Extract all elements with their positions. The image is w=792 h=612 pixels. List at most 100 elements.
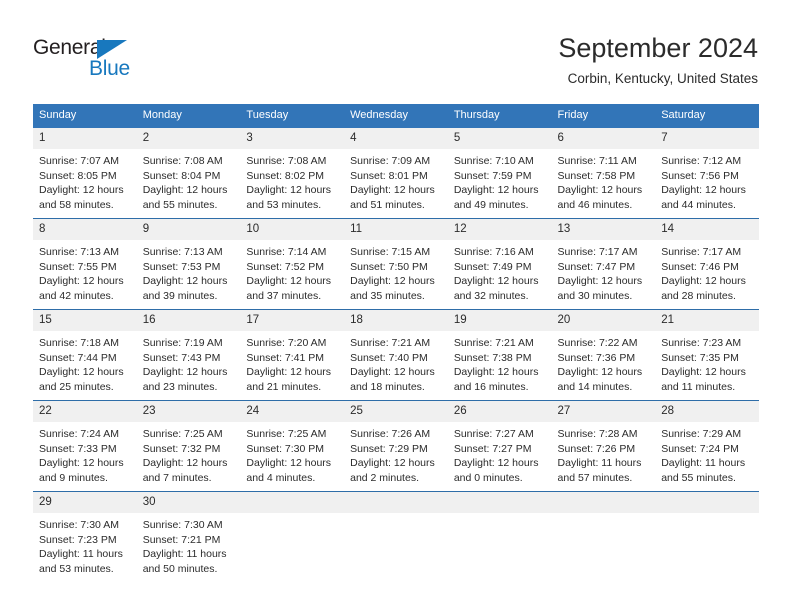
day-number: 19 <box>447 310 552 331</box>
calendar-day-cell[interactable]: 17 Sunrise: 7:20 AM Sunset: 7:41 PM Dayligh… <box>240 309 345 401</box>
day-number: 28 <box>655 401 759 422</box>
daylight-line-2: and 49 minutes. <box>453 198 529 211</box>
calendar-body: 1 Sunrise: 7:07 AM Sunset: 8:05 PM Daylight… <box>33 128 759 582</box>
calendar-day-cell[interactable]: 30 Sunrise: 7:30 AM Sunset: 7:21 PM Dayligh… <box>136 491 241 582</box>
daylight-line-2: and 53 minutes. <box>39 562 114 575</box>
calendar-day-cell[interactable]: 29 Sunrise: 7:30 AM Sunset: 7:23 PM Dayligh… <box>33 491 137 582</box>
calendar-day-cell[interactable]: 1 Sunrise: 7:07 AM Sunset: 8:05 PM Daylight… <box>33 128 137 219</box>
calendar-day-cell[interactable]: 28 Sunrise: 7:29 AM Sunset: 7:24 PM Dayligh… <box>655 400 759 492</box>
day-number: 25 <box>344 401 448 422</box>
daylight-line-2: and 25 minutes. <box>39 380 114 393</box>
sunrise-time: Sunrise: 7:17 AM <box>661 246 742 258</box>
day-details: Sunrise: 7:30 AM Sunset: 7:21 PM Daylight:… <box>137 513 241 576</box>
sunset-time: Sunset: 7:58 PM <box>557 169 636 182</box>
calendar-day-cell[interactable]: 10 Sunrise: 7:14 AM Sunset: 7:52 PM Dayligh… <box>240 218 345 310</box>
day-number: 15 <box>33 310 137 331</box>
daylight-line-1: Daylight: 12 hours <box>661 275 746 288</box>
day-details: Sunrise: 7:18 AM Sunset: 7:44 PM Daylight:… <box>33 331 137 394</box>
sunrise-time: Sunrise: 7:30 AM <box>142 519 223 531</box>
calendar-day-cell[interactable]: 23 Sunrise: 7:25 AM Sunset: 7:32 PM Dayligh… <box>136 400 241 492</box>
day-number: 2 <box>136 128 241 149</box>
calendar-day-cell[interactable]: 25 Sunrise: 7:26 AM Sunset: 7:29 PM Dayligh… <box>344 400 448 492</box>
day-details: Sunrise: 7:30 AM Sunset: 7:23 PM Daylight:… <box>33 513 137 576</box>
daylight-line-1: Daylight: 12 hours <box>39 275 124 288</box>
day-number <box>344 492 448 513</box>
daylight-line-1: Daylight: 12 hours <box>39 366 124 379</box>
calendar-day-cell[interactable]: 26 Sunrise: 7:27 AM Sunset: 7:27 PM Dayligh… <box>447 400 552 492</box>
daylight-line-1: Daylight: 12 hours <box>661 184 746 197</box>
day-number: 26 <box>447 401 552 422</box>
daylight-line-2: and 51 minutes. <box>350 198 425 211</box>
day-details: Sunrise: 7:10 AM Sunset: 7:59 PM Daylight:… <box>448 149 552 212</box>
calendar-day-cell[interactable]: 5 Sunrise: 7:10 AM Sunset: 7:59 PM Daylight… <box>447 128 552 219</box>
daylight-line-2: and 58 minutes. <box>39 198 114 211</box>
daylight-line-1: Daylight: 12 hours <box>39 184 124 197</box>
sunrise-time: Sunrise: 7:17 AM <box>557 246 638 258</box>
calendar-day-cell[interactable]: 6 Sunrise: 7:11 AM Sunset: 7:58 PM Daylight… <box>551 128 656 219</box>
daylight-line-2: and 50 minutes. <box>142 562 218 575</box>
calendar-week-row: 29 Sunrise: 7:30 AM Sunset: 7:23 PM Dayligh… <box>33 491 759 582</box>
daylight-line-2: and 37 minutes. <box>246 289 322 302</box>
daylight-line-1: Daylight: 11 hours <box>661 457 746 470</box>
sunset-time: Sunset: 7:26 PM <box>557 442 636 455</box>
calendar-day-cell-empty <box>240 491 345 582</box>
sunset-time: Sunset: 7:30 PM <box>246 442 325 455</box>
calendar-day-cell[interactable]: 11 Sunrise: 7:15 AM Sunset: 7:50 PM Dayligh… <box>344 218 448 310</box>
sunrise-time: Sunrise: 7:09 AM <box>350 155 431 167</box>
daylight-line-2: and 39 minutes. <box>142 289 218 302</box>
calendar-day-cell[interactable]: 22 Sunrise: 7:24 AM Sunset: 7:33 PM Dayligh… <box>33 400 137 492</box>
day-details: Sunrise: 7:21 AM Sunset: 7:40 PM Daylight:… <box>344 331 448 394</box>
sunrise-time: Sunrise: 7:20 AM <box>246 337 327 349</box>
sunrise-time: Sunrise: 7:08 AM <box>246 155 327 167</box>
calendar-day-cell[interactable]: 8 Sunrise: 7:13 AM Sunset: 7:55 PM Daylight… <box>33 218 137 310</box>
daylight-line-1: Daylight: 12 hours <box>453 275 539 288</box>
calendar-day-cell[interactable]: 3 Sunrise: 7:08 AM Sunset: 8:02 PM Daylight… <box>240 128 345 219</box>
day-details: Sunrise: 7:22 AM Sunset: 7:36 PM Daylight:… <box>552 331 656 394</box>
calendar-day-cell[interactable]: 4 Sunrise: 7:09 AM Sunset: 8:01 PM Daylight… <box>344 128 448 219</box>
calendar-day-cell[interactable]: 16 Sunrise: 7:19 AM Sunset: 7:43 PM Dayligh… <box>136 309 241 401</box>
calendar-day-cell[interactable]: 12 Sunrise: 7:16 AM Sunset: 7:49 PM Dayligh… <box>447 218 552 310</box>
sunrise-time: Sunrise: 7:27 AM <box>453 428 534 440</box>
calendar-day-cell[interactable]: 27 Sunrise: 7:28 AM Sunset: 7:26 PM Dayligh… <box>551 400 656 492</box>
daylight-line-2: and 11 minutes. <box>661 380 736 393</box>
general-blue-logo[interactable]: General Blue <box>33 36 183 84</box>
day-number: 12 <box>447 219 552 240</box>
sunset-time: Sunset: 7:44 PM <box>39 351 117 364</box>
day-details: Sunrise: 7:27 AM Sunset: 7:27 PM Daylight:… <box>448 422 552 485</box>
logo-word-blue: Blue <box>89 57 130 80</box>
sunset-time: Sunset: 7:35 PM <box>661 351 739 364</box>
day-details: Sunrise: 7:17 AM Sunset: 7:46 PM Daylight:… <box>655 240 759 303</box>
calendar-day-cell[interactable]: 9 Sunrise: 7:13 AM Sunset: 7:53 PM Daylight… <box>136 218 241 310</box>
daylight-line-2: and 7 minutes. <box>142 471 212 484</box>
sunset-time: Sunset: 7:47 PM <box>557 260 636 273</box>
sunset-time: Sunset: 7:56 PM <box>661 169 739 182</box>
calendar-day-cell[interactable]: 15 Sunrise: 7:18 AM Sunset: 7:44 PM Dayligh… <box>33 309 137 401</box>
sunset-time: Sunset: 7:21 PM <box>142 533 221 546</box>
daylight-line-1: Daylight: 11 hours <box>557 457 642 470</box>
day-details: Sunrise: 7:13 AM Sunset: 7:55 PM Daylight:… <box>33 240 137 303</box>
sunrise-time: Sunrise: 7:28 AM <box>557 428 638 440</box>
day-number: 24 <box>240 401 345 422</box>
weekday-header-sunday: Sunday <box>33 104 137 128</box>
calendar-day-cell[interactable]: 19 Sunrise: 7:21 AM Sunset: 7:38 PM Dayligh… <box>447 309 552 401</box>
sunrise-time: Sunrise: 7:21 AM <box>453 337 534 349</box>
page-subtitle: Corbin, Kentucky, United States <box>567 71 758 86</box>
calendar-day-cell[interactable]: 2 Sunrise: 7:08 AM Sunset: 8:04 PM Daylight… <box>136 128 241 219</box>
calendar-day-cell-empty <box>447 491 552 582</box>
calendar-day-cell[interactable]: 14 Sunrise: 7:17 AM Sunset: 7:46 PM Dayligh… <box>655 218 759 310</box>
sunset-time: Sunset: 7:36 PM <box>557 351 636 364</box>
day-number: 13 <box>551 219 656 240</box>
calendar-day-cell[interactable]: 24 Sunrise: 7:25 AM Sunset: 7:30 PM Dayligh… <box>240 400 345 492</box>
daylight-line-2: and 53 minutes. <box>246 198 322 211</box>
day-details: Sunrise: 7:17 AM Sunset: 7:47 PM Daylight:… <box>552 240 656 303</box>
daylight-line-1: Daylight: 12 hours <box>453 366 539 379</box>
calendar-day-cell[interactable]: 18 Sunrise: 7:21 AM Sunset: 7:40 PM Dayligh… <box>344 309 448 401</box>
calendar-day-cell[interactable]: 13 Sunrise: 7:17 AM Sunset: 7:47 PM Dayligh… <box>551 218 656 310</box>
calendar-day-cell[interactable]: 21 Sunrise: 7:23 AM Sunset: 7:35 PM Dayligh… <box>655 309 759 401</box>
calendar-day-cell[interactable]: 7 Sunrise: 7:12 AM Sunset: 7:56 PM Daylight… <box>655 128 759 219</box>
day-details: Sunrise: 7:08 AM Sunset: 8:04 PM Daylight:… <box>137 149 241 212</box>
sunrise-time: Sunrise: 7:30 AM <box>39 519 119 531</box>
day-details: Sunrise: 7:29 AM Sunset: 7:24 PM Daylight:… <box>655 422 759 485</box>
calendar-day-cell[interactable]: 20 Sunrise: 7:22 AM Sunset: 7:36 PM Dayligh… <box>551 309 656 401</box>
daylight-line-2: and 55 minutes. <box>142 198 218 211</box>
